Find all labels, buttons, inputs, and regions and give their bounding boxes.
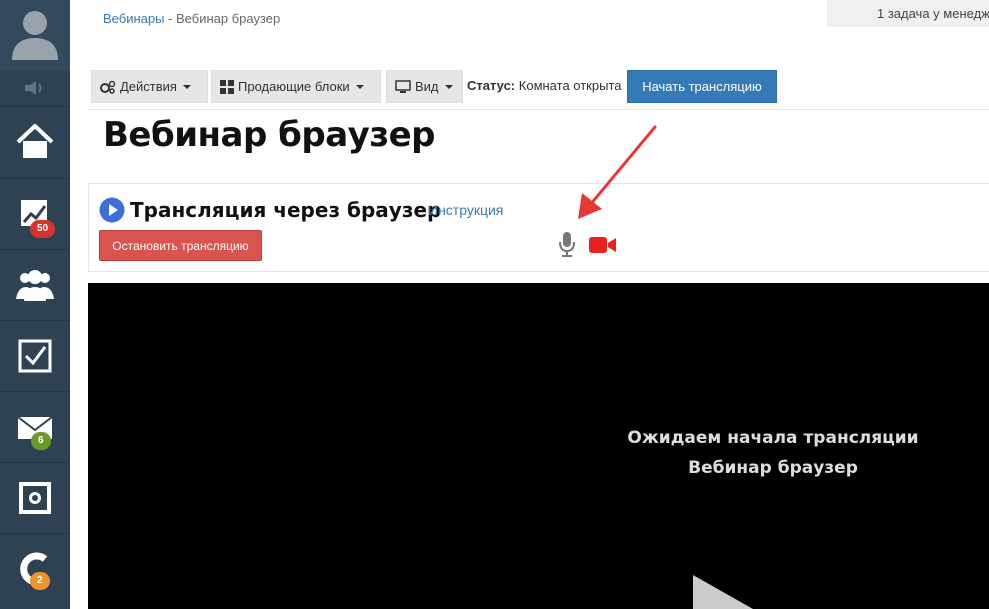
- user-avatar[interactable]: [0, 0, 70, 70]
- status-value: Комната открыта: [518, 78, 622, 93]
- selling-blocks-label: Продающие блоки: [238, 79, 350, 94]
- actions-label: Действия: [120, 79, 177, 94]
- video-play-icon[interactable]: [693, 575, 755, 609]
- actions-dropdown[interactable]: Действия: [91, 70, 208, 103]
- sidebar-item-logo[interactable]: 2: [0, 533, 70, 604]
- monitor-icon: [395, 79, 411, 93]
- safe-icon: [19, 482, 51, 514]
- play-icon: [99, 197, 125, 223]
- tasks-notice[interactable]: 1 задача у менеджера: [827, 0, 989, 27]
- logo-badge: 2: [30, 572, 50, 590]
- home-icon: [16, 124, 54, 158]
- breadcrumb: Вебинары - Вебинар браузер: [103, 11, 280, 26]
- breadcrumb-separator: -: [164, 11, 177, 26]
- video-waiting-text: Ожидаем начала трансляции: [627, 428, 919, 448]
- view-label: Вид: [415, 79, 439, 94]
- gears-icon: [100, 80, 116, 94]
- video-webinar-name: Вебинар браузер: [688, 458, 858, 478]
- analytics-badge: 50: [30, 220, 56, 238]
- tasks-icon: [18, 339, 52, 373]
- sidebar-item-safe[interactable]: [0, 462, 70, 533]
- chevron-down-icon: [182, 84, 191, 89]
- sidebar: 50 6 2: [0, 0, 70, 609]
- divider: [88, 109, 989, 110]
- microphone-icon[interactable]: [557, 231, 577, 257]
- chevron-down-icon: [444, 84, 453, 89]
- start-broadcast-button[interactable]: Начать трансляцию: [627, 70, 777, 103]
- grid-icon: [220, 79, 234, 94]
- instruction-link[interactable]: Инструкция: [428, 202, 503, 218]
- status-label: Статус:: [467, 78, 516, 93]
- selling-blocks-dropdown[interactable]: Продающие блоки: [211, 70, 381, 103]
- view-dropdown[interactable]: Вид: [386, 70, 463, 103]
- sidebar-item-analytics[interactable]: 50: [0, 178, 70, 249]
- sidebar-item-mail[interactable]: 6: [0, 391, 70, 462]
- speaker-icon: [25, 81, 42, 95]
- breadcrumb-current: Вебинар браузер: [176, 11, 281, 26]
- sidebar-item-home[interactable]: [0, 106, 70, 177]
- breadcrumb-webinars-link[interactable]: Вебинары: [103, 11, 164, 26]
- room-status: Статус: Комната открыта: [467, 78, 621, 93]
- users-icon: [16, 270, 54, 301]
- avatar-icon: [12, 11, 58, 60]
- sidebar-item-tasks[interactable]: [0, 320, 70, 391]
- annotation-arrow: [578, 125, 657, 219]
- chevron-down-icon: [355, 84, 364, 89]
- mail-badge: 6: [31, 432, 51, 450]
- page-title: Вебинар браузер: [103, 115, 436, 155]
- broadcast-title: Трансляция через браузер: [130, 198, 442, 222]
- sidebar-item-users[interactable]: [0, 249, 70, 320]
- sound-toggle[interactable]: [0, 70, 70, 106]
- stop-broadcast-button[interactable]: Остановить трансляцию: [99, 230, 262, 261]
- camera-icon[interactable]: [589, 235, 617, 255]
